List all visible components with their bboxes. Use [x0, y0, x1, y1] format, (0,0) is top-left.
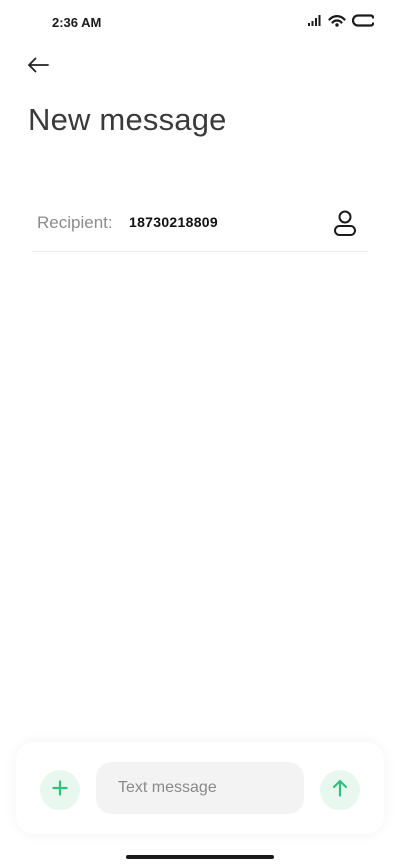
message-input[interactable]	[96, 762, 304, 814]
recipient-value[interactable]: 18730218809	[129, 214, 218, 230]
send-arrow-icon	[332, 779, 348, 802]
status-icons	[308, 14, 374, 27]
back-arrow-icon	[27, 57, 49, 78]
status-bar: 2:36 AM	[0, 0, 400, 44]
contact-picker-button[interactable]	[332, 209, 358, 237]
message-input-container	[96, 762, 304, 814]
add-attachment-button[interactable]	[40, 770, 80, 810]
page-title: New message	[28, 102, 227, 137]
plus-icon	[52, 779, 68, 801]
battery-icon	[352, 14, 374, 27]
compose-bar	[16, 742, 384, 834]
status-time: 2:36 AM	[52, 15, 102, 30]
wifi-icon	[328, 14, 346, 27]
recipient-label: Recipient:	[37, 213, 113, 232]
home-indicator[interactable]	[126, 855, 274, 859]
back-button[interactable]	[24, 54, 52, 80]
signal-icon	[308, 15, 322, 26]
contact-icon	[332, 210, 358, 241]
send-button[interactable]	[320, 770, 360, 810]
recipient-row[interactable]: Recipient: 18730218809	[32, 196, 368, 252]
